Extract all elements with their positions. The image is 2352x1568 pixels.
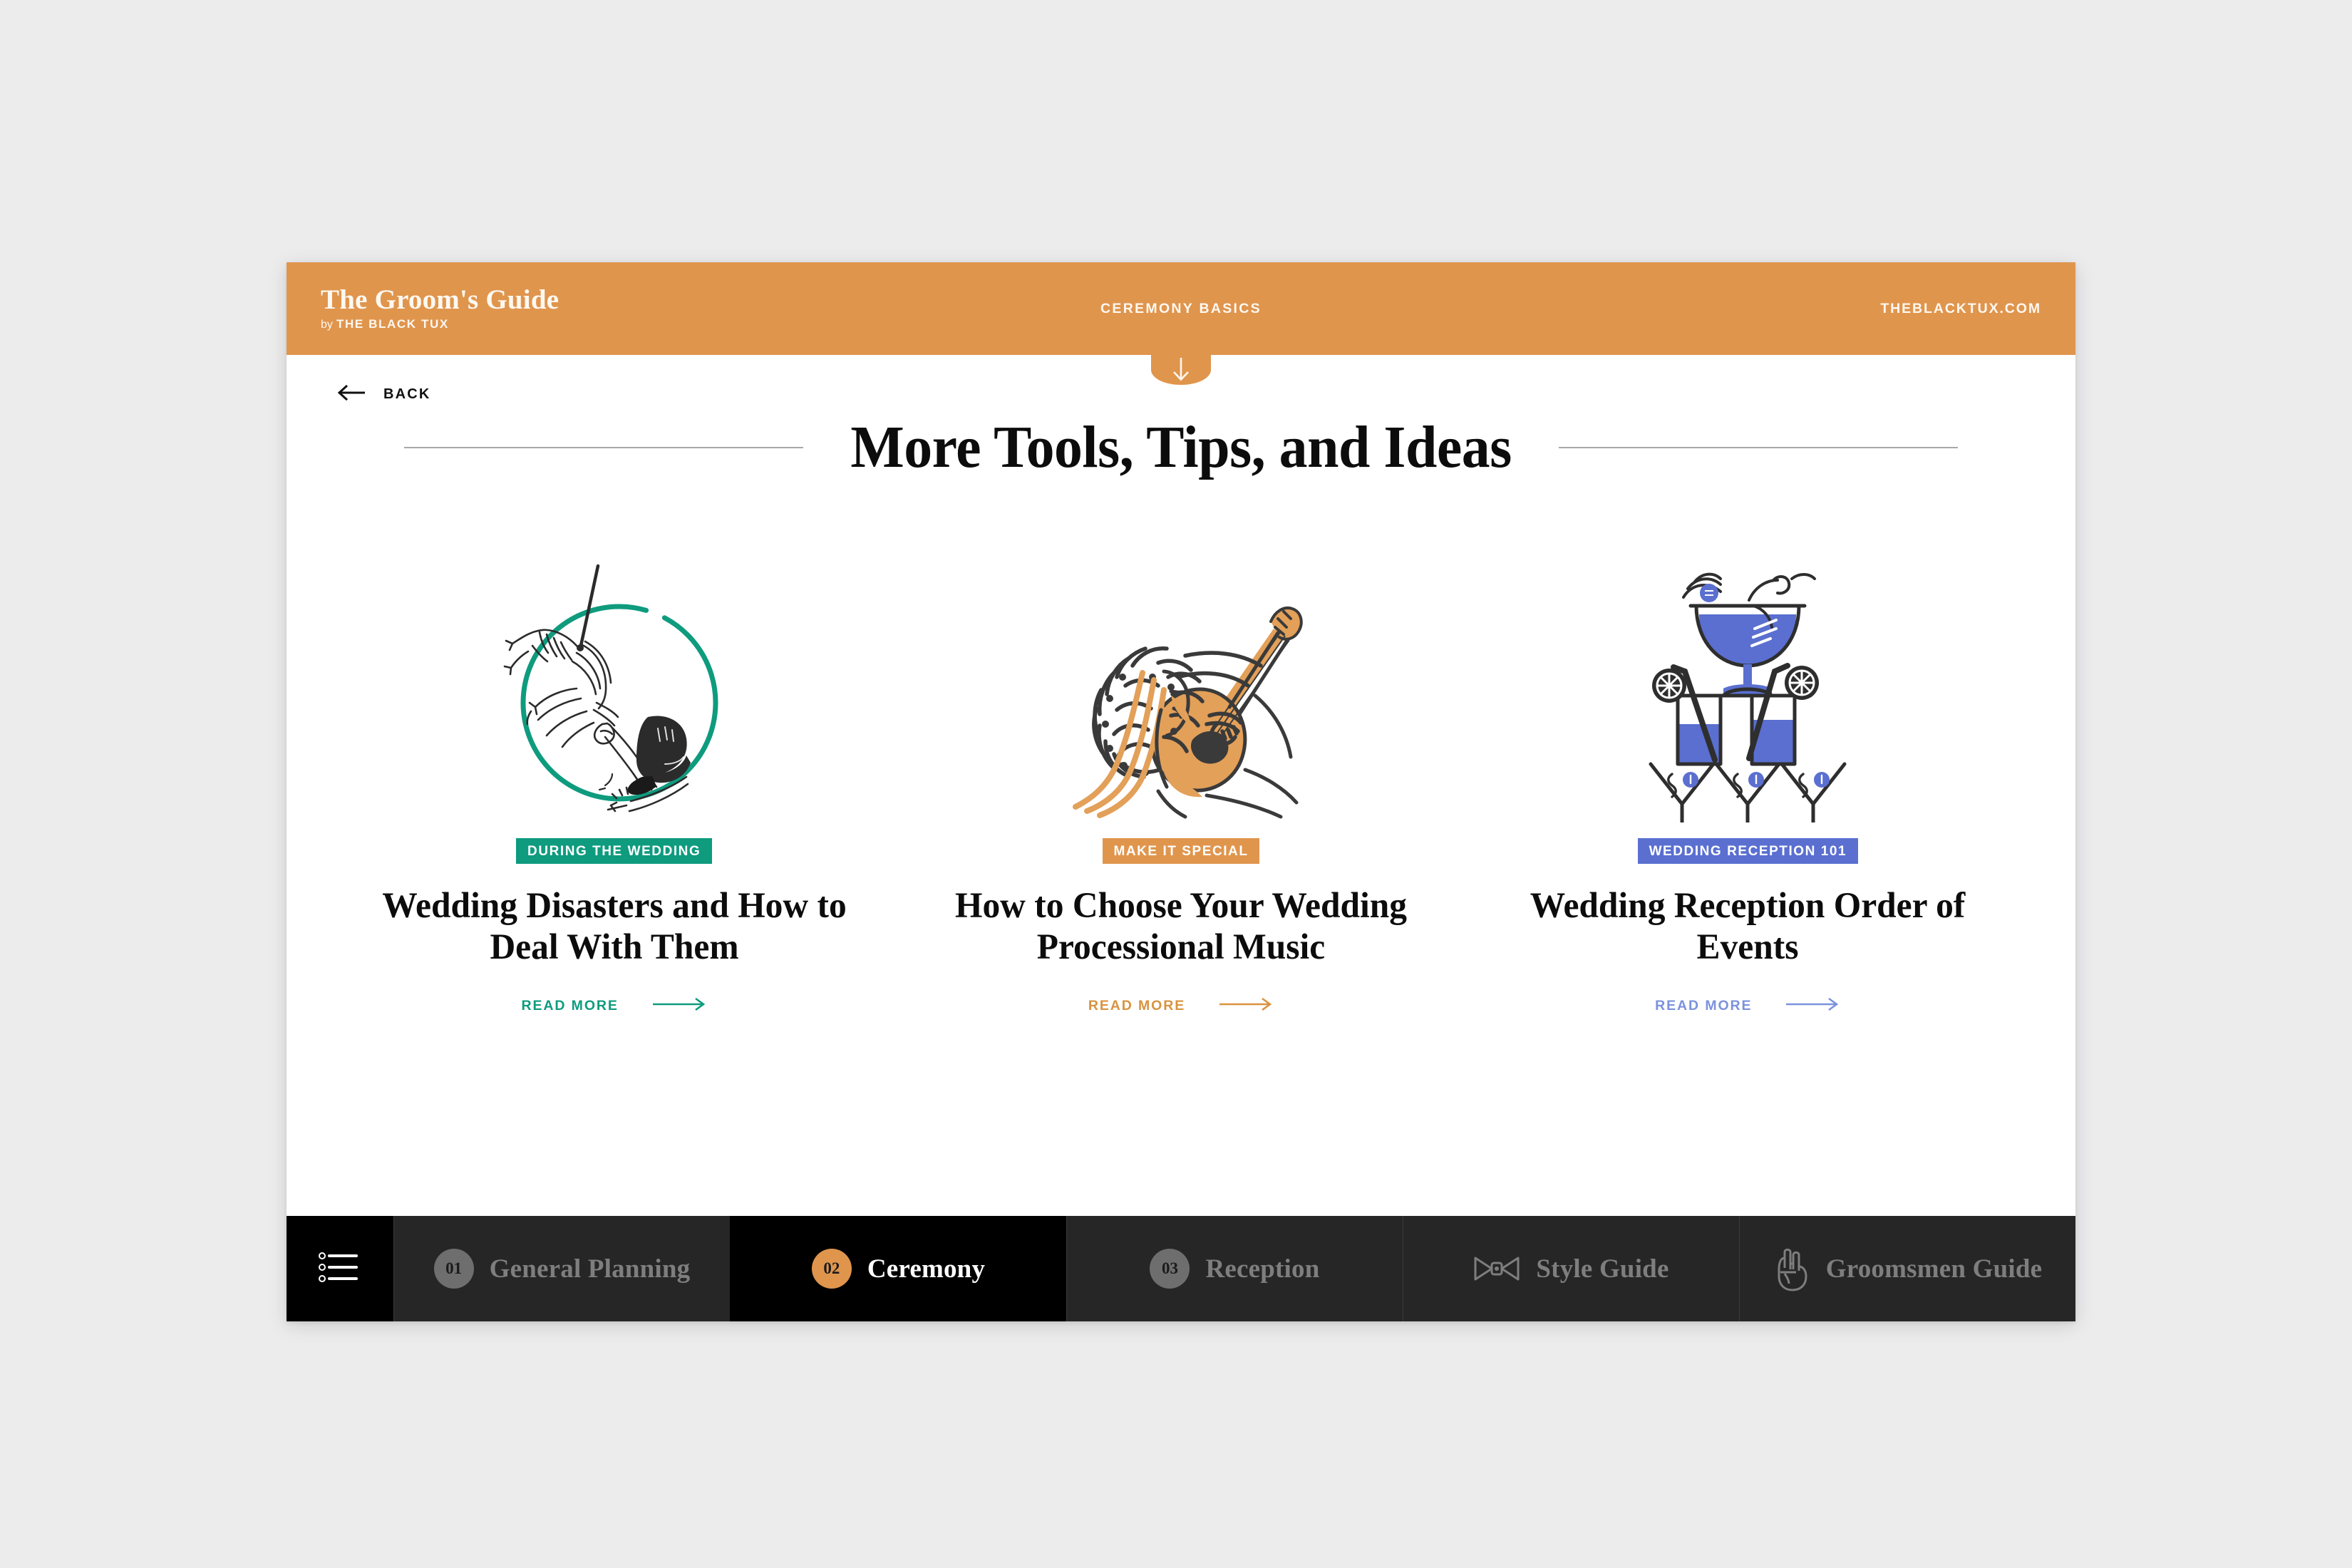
nav-item-number: 03 <box>1150 1249 1190 1289</box>
brand-company-name: THE BLACK TUX <box>336 317 449 331</box>
article-card[interactable]: MAKE IT SPECIAL How to Choose Your Weddi… <box>897 523 1464 1016</box>
scroll-down-button[interactable] <box>1151 355 1211 385</box>
nav-item-label: Reception <box>1205 1254 1320 1284</box>
read-more-link[interactable]: READ MORE <box>522 996 707 1016</box>
nav-item-label: Style Guide <box>1536 1254 1669 1284</box>
arrow-left-icon <box>336 383 368 406</box>
card-headline: How to Choose Your Wedding Processional … <box>954 886 1408 968</box>
article-card[interactable]: DURING THE WEDDING Wedding Disasters and… <box>331 523 897 1016</box>
arrow-right-icon <box>1785 996 1840 1016</box>
page-title-row: More Tools, Tips, and Ideas <box>287 406 2075 478</box>
card-headline: Wedding Reception Order of Events <box>1530 886 1966 968</box>
brand-by-label: by <box>321 319 333 331</box>
nav-item-number: 02 <box>811 1249 852 1289</box>
site-header: The Groom's Guide by THE BLACK TUX CEREM… <box>287 262 2075 385</box>
card-headline: Wedding Disasters and How to Deal With T… <box>381 886 847 968</box>
bottom-navigation: 01 General Planning 02 Ceremony 03 Recep… <box>287 1216 2075 1321</box>
limbo-dancer-illustration <box>348 523 880 822</box>
brand-subtitle: by THE BLACK TUX <box>321 317 559 331</box>
nav-item-label: Ceremony <box>867 1254 986 1284</box>
read-more-label: READ MORE <box>1655 998 1753 1014</box>
nav-item-number: 01 <box>433 1249 474 1289</box>
list-menu-icon <box>318 1249 362 1289</box>
app-window: The Groom's Guide by THE BLACK TUX CEREM… <box>287 262 2075 1321</box>
nav-item-label: General Planning <box>489 1254 691 1284</box>
card-tag: WEDDING RECEPTION 101 <box>1637 838 1859 864</box>
arrow-right-icon <box>1218 996 1274 1016</box>
card-tag: MAKE IT SPECIAL <box>1102 838 1260 864</box>
header-section-label: CEREMONY BASICS <box>1100 300 1262 316</box>
card-tag: DURING THE WEDDING <box>516 838 713 864</box>
nav-menu-button[interactable] <box>287 1216 393 1321</box>
nav-item-groomsmen-guide[interactable]: Groomsmen Guide <box>1739 1216 2075 1321</box>
read-more-link[interactable]: READ MORE <box>1655 996 1840 1016</box>
back-button-label: BACK <box>383 386 431 402</box>
nav-item-label: Groomsmen Guide <box>1825 1254 2043 1284</box>
nav-item-style-guide[interactable]: Style Guide <box>1403 1216 1739 1321</box>
read-more-label: READ MORE <box>1088 998 1186 1014</box>
guitarist-illustration <box>914 523 1447 822</box>
title-rule-right <box>1559 447 1959 448</box>
article-card-grid: DURING THE WEDDING Wedding Disasters and… <box>287 478 2075 1016</box>
rock-hand-icon <box>1773 1245 1810 1292</box>
title-rule-left <box>403 447 803 448</box>
read-more-link[interactable]: READ MORE <box>1088 996 1274 1016</box>
article-card[interactable]: WEDDING RECEPTION 101 Wedding Reception … <box>1465 523 2031 1016</box>
nav-item-reception[interactable]: 03 Reception <box>1066 1216 1403 1321</box>
nav-item-ceremony[interactable]: 02 Ceremony <box>730 1216 1066 1321</box>
page-title: More Tools, Tips, and Ideas <box>850 414 1512 480</box>
read-more-label: READ MORE <box>521 998 619 1014</box>
cocktail-tower-illustration <box>1482 523 2014 822</box>
arrow-right-icon <box>651 996 707 1016</box>
nav-item-general-planning[interactable]: 01 General Planning <box>393 1216 730 1321</box>
bowtie-icon <box>1473 1252 1520 1285</box>
arrow-down-icon <box>1165 355 1197 390</box>
site-url-link[interactable]: THEBLACKTUX.COM <box>1880 301 2041 317</box>
